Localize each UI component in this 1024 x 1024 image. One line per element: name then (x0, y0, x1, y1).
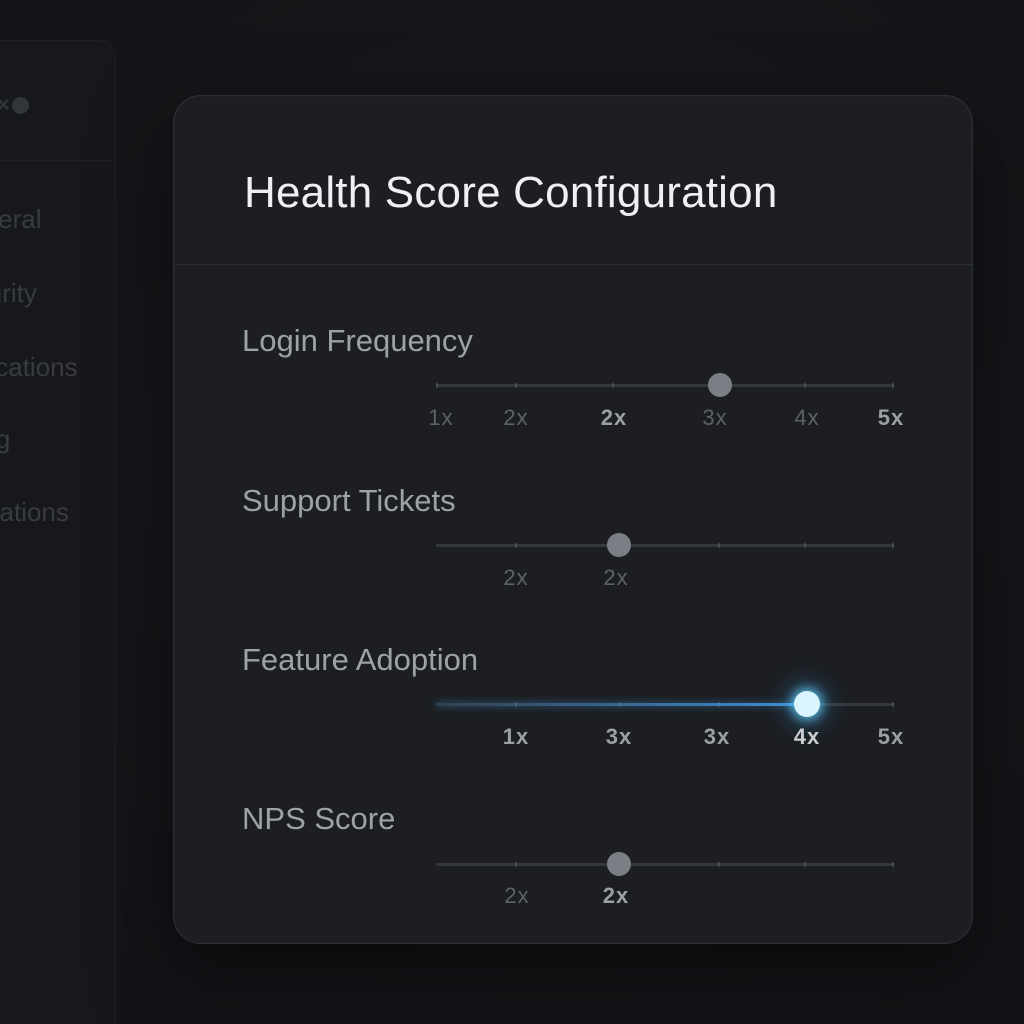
slider-track[interactable] (436, 691, 894, 717)
slider-tick (612, 383, 614, 388)
setting-label: Login Frequency (242, 323, 473, 358)
setting-feature-adoption: Feature Adoption 1x 3x 3x 4x 5x (174, 642, 972, 782)
slider-fill (436, 703, 807, 706)
sidebar-item-general[interactable]: General (0, 199, 149, 239)
slider-thumb[interactable] (793, 691, 820, 717)
slider-tick (436, 383, 438, 388)
sidebar-item-notifications[interactable]: Notifications (0, 347, 136, 387)
tick-label: 2x (602, 883, 630, 908)
tick-label: 2x (504, 883, 530, 908)
sidebar-item-label: Billing (0, 423, 11, 454)
modal-header-divider (174, 264, 972, 265)
slider-tick (892, 862, 894, 867)
setting-login-frequency: Login Frequency 1x 2x 2x 3x 4x 5x (174, 323, 972, 463)
modal-title: Health Score Configuration (244, 168, 778, 217)
slider-thumb[interactable] (607, 533, 632, 557)
slider-tick (892, 543, 894, 548)
slider-tick (515, 862, 517, 867)
sidebar-item-label: Security (0, 277, 37, 308)
sidebar-item-billing[interactable]: Billing (0, 419, 141, 459)
tick-label: 1x (502, 724, 530, 749)
tick-label: 5x (877, 405, 905, 430)
sidebar-item-label: General (0, 203, 42, 234)
sidebar-item-label: Notifications (0, 351, 78, 382)
sidebar-item-integrations[interactable]: Integrations (0, 492, 133, 532)
slider-tick (515, 543, 517, 548)
tick-label: 3x (702, 405, 728, 430)
slider-thumb[interactable] (707, 373, 732, 397)
sidebar-item-security[interactable]: Security (0, 273, 143, 313)
tick-label: 1x (428, 405, 454, 430)
tick-label: 2x (503, 565, 529, 590)
health-score-modal: Health Score Configuration Login Frequen… (173, 95, 973, 944)
slider-tick (892, 702, 894, 707)
app-background: × General Security Notifications Billing… (0, 0, 1024, 1024)
slider-track[interactable] (436, 852, 894, 876)
tick-label: 5x (877, 724, 905, 749)
slider-tick (892, 383, 894, 388)
setting-support-tickets: Support Tickets 2x 2x (174, 483, 972, 623)
app-logo-icon: × (0, 93, 41, 117)
tick-label: 2x (600, 405, 628, 430)
tick-label: 2x (503, 405, 529, 430)
tick-label: 3x (703, 724, 731, 749)
slider-track[interactable] (436, 373, 894, 397)
settings-sidebar: × General Security Notifications Billing… (0, 40, 116, 1024)
tick-label: 3x (605, 724, 633, 749)
slider-tick (804, 543, 806, 548)
tick-label: 4x (793, 724, 821, 749)
sidebar-divider (0, 160, 115, 161)
slider-thumb[interactable] (607, 852, 632, 876)
slider-tick (804, 862, 806, 867)
setting-label: NPS Score (242, 801, 396, 836)
slider-tick (718, 543, 720, 548)
setting-label: Feature Adoption (242, 642, 479, 677)
slider-tick (718, 862, 720, 867)
sidebar-item-label: Integrations (0, 496, 69, 527)
setting-nps-score: NPS Score 2x 2x (174, 801, 972, 941)
tick-label: 2x (603, 565, 629, 590)
slider-track[interactable] (436, 533, 894, 557)
slider-tick (804, 383, 806, 388)
slider-tick (515, 383, 517, 388)
tick-label: 4x (794, 405, 820, 430)
setting-label: Support Tickets (242, 483, 456, 518)
